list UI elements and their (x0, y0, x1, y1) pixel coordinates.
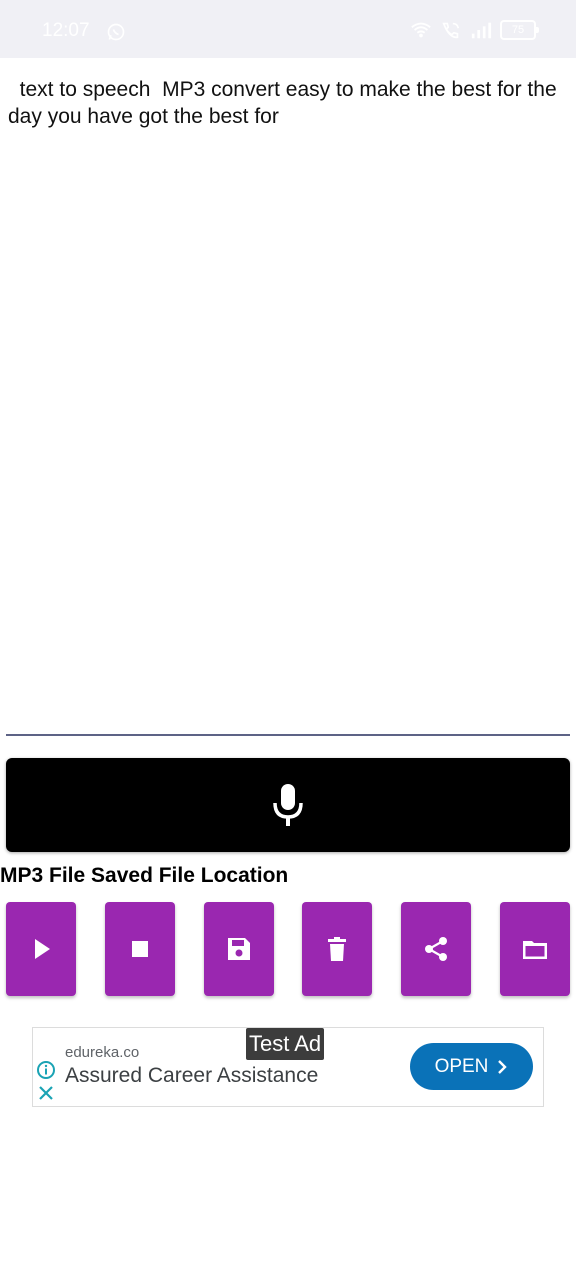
status-bar: 12:07 75 (0, 0, 576, 58)
wifi-icon (411, 22, 431, 38)
stop-button[interactable] (105, 902, 175, 996)
whatsapp-icon (107, 23, 125, 41)
ad-open-label: OPEN (434, 1055, 489, 1077)
play-icon (35, 939, 50, 959)
file-location-label: MP3 File Saved File Location (0, 864, 289, 887)
chevron-right-icon (498, 1059, 508, 1074)
save-button[interactable] (204, 902, 274, 996)
wifi-calling-icon (442, 22, 460, 39)
stop-icon (132, 941, 148, 957)
ad-banner[interactable]: Test Ad edureka.co Assured Career Assist… (32, 1027, 544, 1107)
ad-domain: edureka.co (65, 1044, 140, 1061)
ad-open-button[interactable]: OPEN (410, 1043, 533, 1090)
info-icon[interactable] (36, 1060, 56, 1080)
action-bar (6, 902, 570, 996)
battery-level: 75 (511, 24, 525, 36)
microphone-button[interactable] (6, 758, 570, 852)
play-button[interactable] (6, 902, 76, 996)
test-ad-badge: Test Ad (246, 1028, 325, 1060)
share-button[interactable] (401, 902, 471, 996)
signal-icon (471, 22, 492, 39)
trash-icon (328, 937, 346, 961)
save-icon (228, 938, 250, 960)
status-time: 12:07 (42, 20, 90, 41)
folder-button[interactable] (500, 902, 570, 996)
ad-headline: Assured Career Assistance (65, 1064, 319, 1087)
microphone-icon (273, 784, 303, 826)
battery-icon: 75 (500, 20, 539, 40)
input-underline (6, 734, 570, 736)
delete-button[interactable] (302, 902, 372, 996)
close-icon[interactable] (37, 1084, 55, 1102)
text-input[interactable]: text to speech MP3 convert easy to make … (8, 76, 568, 732)
share-icon (425, 937, 447, 961)
folder-icon (523, 941, 547, 959)
